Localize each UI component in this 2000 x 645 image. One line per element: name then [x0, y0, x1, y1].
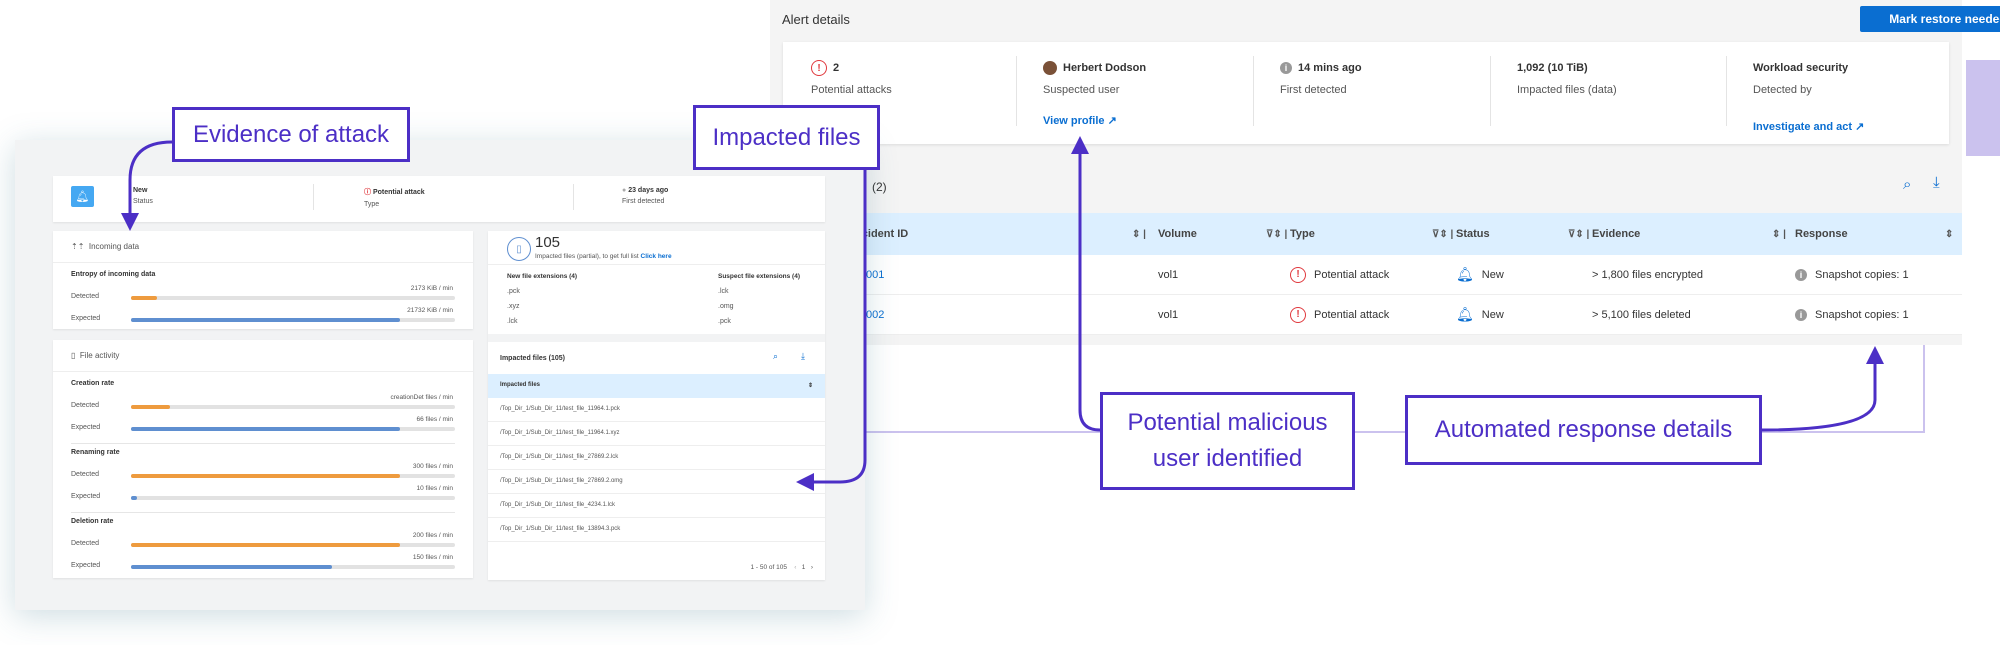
- callout-response: Automated response details: [1405, 395, 1762, 465]
- arrow-impacted: [796, 170, 867, 491]
- callout-user: Potential malicious user identified: [1100, 392, 1355, 490]
- callout-evidence: Evidence of attack: [172, 107, 410, 162]
- arrow-user: [1071, 136, 1101, 432]
- arrow-response: [1761, 346, 1884, 432]
- arrow-evidence: [121, 140, 173, 231]
- callout-impacted: Impacted files: [693, 105, 880, 170]
- callout-arrows: [121, 136, 1884, 491]
